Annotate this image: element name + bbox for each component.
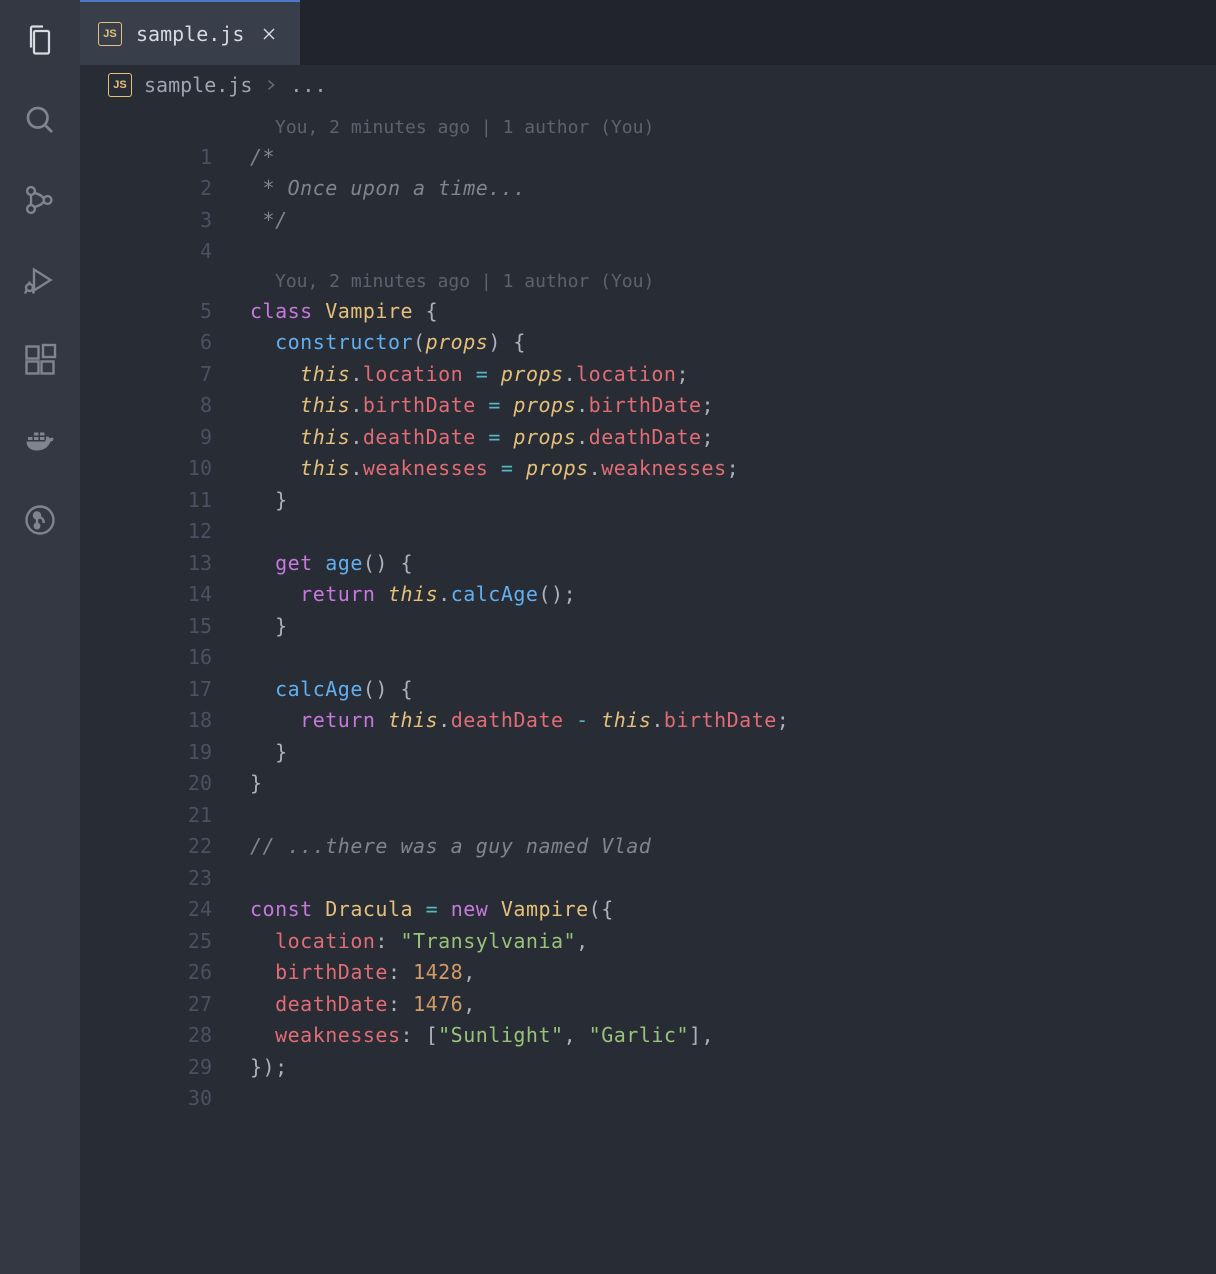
line-number: 27 xyxy=(80,992,250,1016)
line-number: 5 xyxy=(80,299,250,323)
line-number: 19 xyxy=(80,740,250,764)
line-number: 22 xyxy=(80,834,250,858)
code-line[interactable]: 16 xyxy=(80,642,1216,674)
code-line[interactable]: 27 deathDate: 1476, xyxy=(80,988,1216,1020)
code-line[interactable]: 5class Vampire { xyxy=(80,295,1216,327)
js-file-icon: JS xyxy=(108,73,132,97)
source-control-icon[interactable] xyxy=(20,180,60,220)
extensions-icon[interactable] xyxy=(20,340,60,380)
code-line[interactable]: 17 calcAge() { xyxy=(80,673,1216,705)
code-line[interactable]: 11 } xyxy=(80,484,1216,516)
line-number: 23 xyxy=(80,866,250,890)
code-line[interactable]: 13 get age() { xyxy=(80,547,1216,579)
code-line[interactable]: 19 } xyxy=(80,736,1216,768)
code-line[interactable]: 20} xyxy=(80,768,1216,800)
tabs-bar: JS sample.js xyxy=(80,0,1216,65)
breadcrumb[interactable]: JS sample.js ... xyxy=(80,65,1216,105)
code-line[interactable]: 6 constructor(props) { xyxy=(80,327,1216,359)
code-line[interactable]: 7 this.location = props.location; xyxy=(80,358,1216,390)
line-number: 17 xyxy=(80,677,250,701)
line-number: 4 xyxy=(80,239,250,263)
docker-icon[interactable] xyxy=(20,420,60,460)
code-line[interactable]: 30 xyxy=(80,1083,1216,1115)
gitlens-icon[interactable] xyxy=(20,500,60,540)
code-line[interactable]: 2 * Once upon a time... xyxy=(80,173,1216,205)
code-line[interactable]: 10 this.weaknesses = props.weaknesses; xyxy=(80,453,1216,485)
code-line[interactable]: 22// ...there was a guy named Vlad xyxy=(80,831,1216,863)
line-number: 25 xyxy=(80,929,250,953)
line-number: 26 xyxy=(80,960,250,984)
code-line[interactable]: 14 return this.calcAge(); xyxy=(80,579,1216,611)
code-line[interactable]: 28 weaknesses: ["Sunlight", "Garlic"], xyxy=(80,1020,1216,1052)
line-number: 28 xyxy=(80,1023,250,1047)
codelens-annotation[interactable]: You, 2 minutes ago | 1 author (You) xyxy=(80,113,1216,141)
code-line[interactable]: 12 xyxy=(80,516,1216,548)
codelens-annotation[interactable]: You, 2 minutes ago | 1 author (You) xyxy=(80,267,1216,295)
editor-area: JS sample.js JS sample.js ... You, 2 min… xyxy=(80,0,1216,1274)
code-line[interactable]: 21 xyxy=(80,799,1216,831)
line-number: 24 xyxy=(80,897,250,921)
line-number: 29 xyxy=(80,1055,250,1079)
tab-sample-js[interactable]: JS sample.js xyxy=(80,0,300,65)
close-icon[interactable] xyxy=(258,23,280,45)
line-number: 2 xyxy=(80,176,250,200)
line-number: 14 xyxy=(80,582,250,606)
explorer-icon[interactable] xyxy=(20,20,60,60)
line-number: 21 xyxy=(80,803,250,827)
run-debug-icon[interactable] xyxy=(20,260,60,300)
line-number: 9 xyxy=(80,425,250,449)
line-number: 7 xyxy=(80,362,250,386)
code-line[interactable]: 4 xyxy=(80,236,1216,268)
line-number: 30 xyxy=(80,1086,250,1110)
breadcrumb-rest: ... xyxy=(290,73,326,97)
code-line[interactable]: 24const Dracula = new Vampire({ xyxy=(80,894,1216,926)
code-line[interactable]: 9 this.deathDate = props.deathDate; xyxy=(80,421,1216,453)
activity-bar xyxy=(0,0,80,1274)
chevron-right-icon xyxy=(264,73,278,97)
code-line[interactable]: 8 this.birthDate = props.birthDate; xyxy=(80,390,1216,422)
line-number: 16 xyxy=(80,645,250,669)
line-number: 6 xyxy=(80,330,250,354)
code-line[interactable]: 25 location: "Transylvania", xyxy=(80,925,1216,957)
code-line[interactable]: 29}); xyxy=(80,1051,1216,1083)
line-number: 15 xyxy=(80,614,250,638)
code-line[interactable]: 26 birthDate: 1428, xyxy=(80,957,1216,989)
code-line[interactable]: 3 */ xyxy=(80,204,1216,236)
code-editor[interactable]: You, 2 minutes ago | 1 author (You) 1/* … xyxy=(80,105,1216,1274)
line-number: 10 xyxy=(80,456,250,480)
tab-label: sample.js xyxy=(136,22,244,46)
line-number: 11 xyxy=(80,488,250,512)
line-number: 13 xyxy=(80,551,250,575)
line-number: 8 xyxy=(80,393,250,417)
js-file-icon: JS xyxy=(98,22,122,46)
line-number: 1 xyxy=(80,145,250,169)
line-number: 12 xyxy=(80,519,250,543)
code-line[interactable]: 15 } xyxy=(80,610,1216,642)
breadcrumb-file: sample.js xyxy=(144,73,252,97)
code-line[interactable]: 18 return this.deathDate - this.birthDat… xyxy=(80,705,1216,737)
code-line[interactable]: 1/* xyxy=(80,141,1216,173)
line-number: 3 xyxy=(80,208,250,232)
search-icon[interactable] xyxy=(20,100,60,140)
line-number: 18 xyxy=(80,708,250,732)
code-line[interactable]: 23 xyxy=(80,862,1216,894)
line-number: 20 xyxy=(80,771,250,795)
